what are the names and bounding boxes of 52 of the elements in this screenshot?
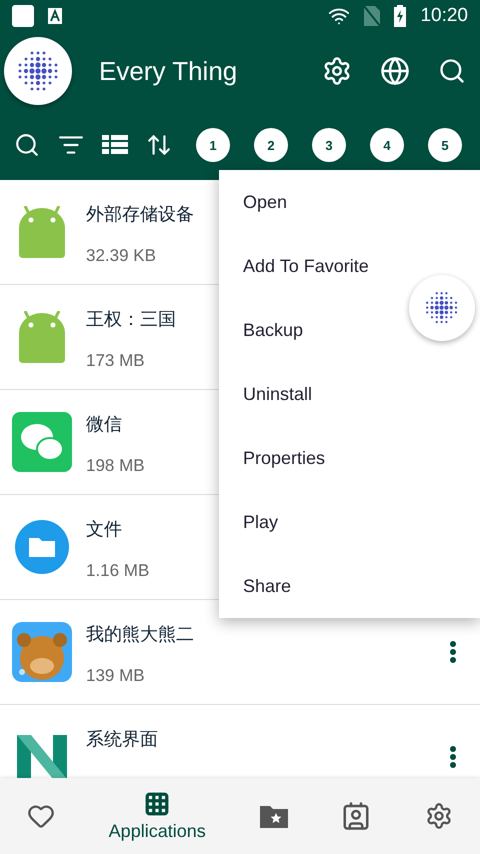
- app-size: 139 MB: [86, 666, 145, 686]
- battery-charging-icon: [394, 5, 406, 27]
- more-vertical-icon: [450, 746, 456, 768]
- nav-tab[interactable]: Applications: [104, 786, 210, 846]
- app-size: 173 MB: [86, 351, 145, 371]
- globe-button[interactable]: [380, 56, 410, 86]
- app-name: 王权：三国: [86, 308, 176, 331]
- grid-icon: [144, 790, 170, 816]
- n-letter-logo-icon: [17, 735, 67, 778]
- keyboard-a-icon: [48, 8, 62, 24]
- chat-bubbles-icon: [12, 412, 72, 472]
- app-size: 32.39 KB: [86, 246, 156, 266]
- app-name: 微信: [86, 413, 122, 436]
- menu-item[interactable]: Uninstall: [219, 362, 480, 426]
- app-size: 198 MB: [86, 456, 145, 476]
- dot-grid-logo-icon: [424, 290, 460, 326]
- search-button[interactable]: [14, 132, 40, 158]
- app-name: 外部存储设备: [86, 203, 194, 226]
- android-icon: [17, 311, 67, 363]
- android-icon: [17, 206, 67, 258]
- settings-button[interactable]: [322, 56, 352, 86]
- app-name: 文件: [86, 518, 122, 541]
- folder-star-icon: [260, 804, 288, 828]
- no-sim-icon: [364, 6, 380, 26]
- menu-item[interactable]: Open: [219, 170, 480, 234]
- number-chip[interactable]: 1: [196, 128, 230, 162]
- contact-card-icon: [341, 801, 372, 831]
- app-row[interactable]: 我的熊大熊二 139 MB: [0, 600, 480, 704]
- list-view-button[interactable]: [102, 135, 128, 155]
- more-button[interactable]: [450, 641, 456, 663]
- notification-icon: [12, 5, 34, 27]
- menu-item[interactable]: Properties: [219, 426, 480, 490]
- folder-icon: [14, 519, 70, 575]
- app-title: Every Thing: [99, 56, 238, 86]
- search-button[interactable]: [438, 57, 466, 85]
- app-name: 我的熊大熊二: [86, 623, 194, 646]
- app-row[interactable]: 系统界面: [0, 705, 480, 778]
- more-vertical-icon: [450, 641, 456, 663]
- number-chip[interactable]: 5: [428, 128, 462, 162]
- menu-item[interactable]: Add To Favorite: [219, 234, 480, 298]
- number-chip[interactable]: 4: [370, 128, 404, 162]
- number-chip[interactable]: 2: [254, 128, 288, 162]
- menu-item[interactable]: Backup: [219, 298, 480, 362]
- number-chip[interactable]: 3: [312, 128, 346, 162]
- app-name: 系统界面: [86, 728, 158, 751]
- more-button[interactable]: [450, 746, 456, 768]
- sort-button[interactable]: [146, 132, 172, 158]
- dot-grid-logo-icon: [16, 49, 60, 93]
- status-time: 10:20: [420, 5, 468, 27]
- menu-item[interactable]: Play: [219, 490, 480, 554]
- settings-icon: [425, 802, 454, 830]
- app-size: 1.16 MB: [86, 561, 150, 581]
